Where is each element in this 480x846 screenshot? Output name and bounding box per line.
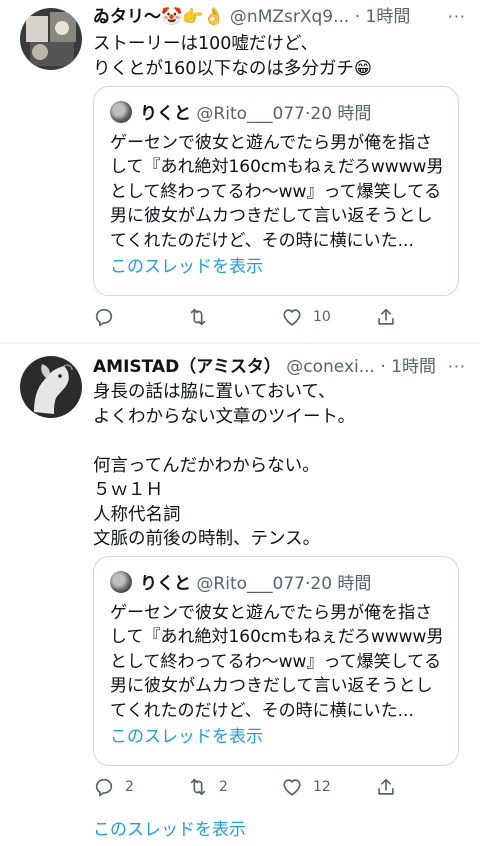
retweet-icon [190,778,206,796]
retweet-icon [190,308,206,326]
tweet-text: ストーリーは100嘘だけど、 りくとが160以下なのは多分ガチ😁 [93,34,373,79]
share-button[interactable] [375,302,397,332]
like-count: 10 [313,309,331,325]
show-thread-link[interactable]: このスレッドを表示 [110,725,263,749]
separator: · [354,7,361,27]
show-thread-link[interactable]: このスレッドを表示 [93,818,246,842]
reply-icon [95,308,113,327]
share-icon [378,308,394,325]
reply-icon [95,778,113,797]
tweet-actions: 10 [93,302,413,332]
retweet-button[interactable]: 2 [187,772,228,802]
tweet-text: 身長の話は脇に置いておいて、 よくわからない文章のツイート。 何言ってんだかわか… [93,382,356,549]
reply-count: 2 [125,779,134,795]
quoted-display-name: りくと [140,104,191,124]
tweet[interactable]: AMISTAD（アミスタ） @conexi... · 1時間 ··· 身長の話は… [0,344,480,814]
quoted-timestamp: 20 時間 [310,574,372,594]
quoted-tweet-header: りくと @Rito___077·20 時間 [110,101,371,125]
quoted-timestamp: 20 時間 [310,104,372,124]
more-options-icon[interactable]: ··· [448,4,466,30]
like-button[interactable]: 12 [281,772,331,802]
quoted-display-name: りくと [140,574,191,594]
share-button[interactable] [375,772,397,802]
avatar[interactable] [20,8,82,70]
tweet-actions: 2 2 12 [93,772,413,802]
user-handle[interactable]: @nMZsrXq9... [230,7,349,27]
quoted-tweet[interactable]: りくと @Rito___077·20 時間 ゲーセンで彼女と遊んでたら男が俺を指… [93,86,459,296]
quoted-user-handle: @Rito___077 [196,574,305,594]
quoted-tweet[interactable]: りくと @Rito___077·20 時間 ゲーセンで彼女と遊んでたら男が俺を指… [93,556,459,766]
timestamp[interactable]: 1時間 [366,7,411,27]
heart-icon [283,779,301,796]
quoted-avatar [110,571,132,593]
like-count: 12 [313,779,331,795]
tweet[interactable]: ゐタリ〜🤡👉👌 @nMZsrXq9... · 1時間 ··· ストーリーは100… [0,0,480,342]
separator: · [380,357,386,377]
reply-button[interactable] [93,302,125,332]
display-name[interactable]: ゐタリ〜🤡👉👌 [93,7,225,27]
tweet-header: AMISTAD（アミスタ） @conexi... · 1時間 ··· [93,354,466,380]
quoted-tweet-text: ゲーセンで彼女と遊んでたら男が俺を指さして『あれ絶対160cmもねぇだろwwww… [110,603,444,721]
user-handle[interactable]: @conexi... [286,357,375,377]
timestamp[interactable]: 1時間 [391,357,436,377]
heart-icon [283,309,301,326]
quoted-user-handle: @Rito___077 [196,104,305,124]
reply-button[interactable]: 2 [93,772,134,802]
share-icon [378,778,394,795]
quoted-tweet-header: りくと @Rito___077·20 時間 [110,571,371,595]
display-name[interactable]: AMISTAD（アミスタ） [93,357,281,377]
show-thread-link[interactable]: このスレッドを表示 [110,255,263,279]
like-button[interactable]: 10 [281,302,331,332]
more-options-icon[interactable]: ··· [448,354,466,380]
tweet-header: ゐタリ〜🤡👉👌 @nMZsrXq9... · 1時間 ··· [93,4,466,30]
retweet-button[interactable] [187,302,219,332]
quoted-avatar [110,101,132,123]
quoted-tweet-text: ゲーセンで彼女と遊んでたら男が俺を指さして『あれ絶対160cmもねぇだろwwww… [110,133,444,251]
avatar[interactable] [20,356,82,418]
retweet-count: 2 [219,779,228,795]
